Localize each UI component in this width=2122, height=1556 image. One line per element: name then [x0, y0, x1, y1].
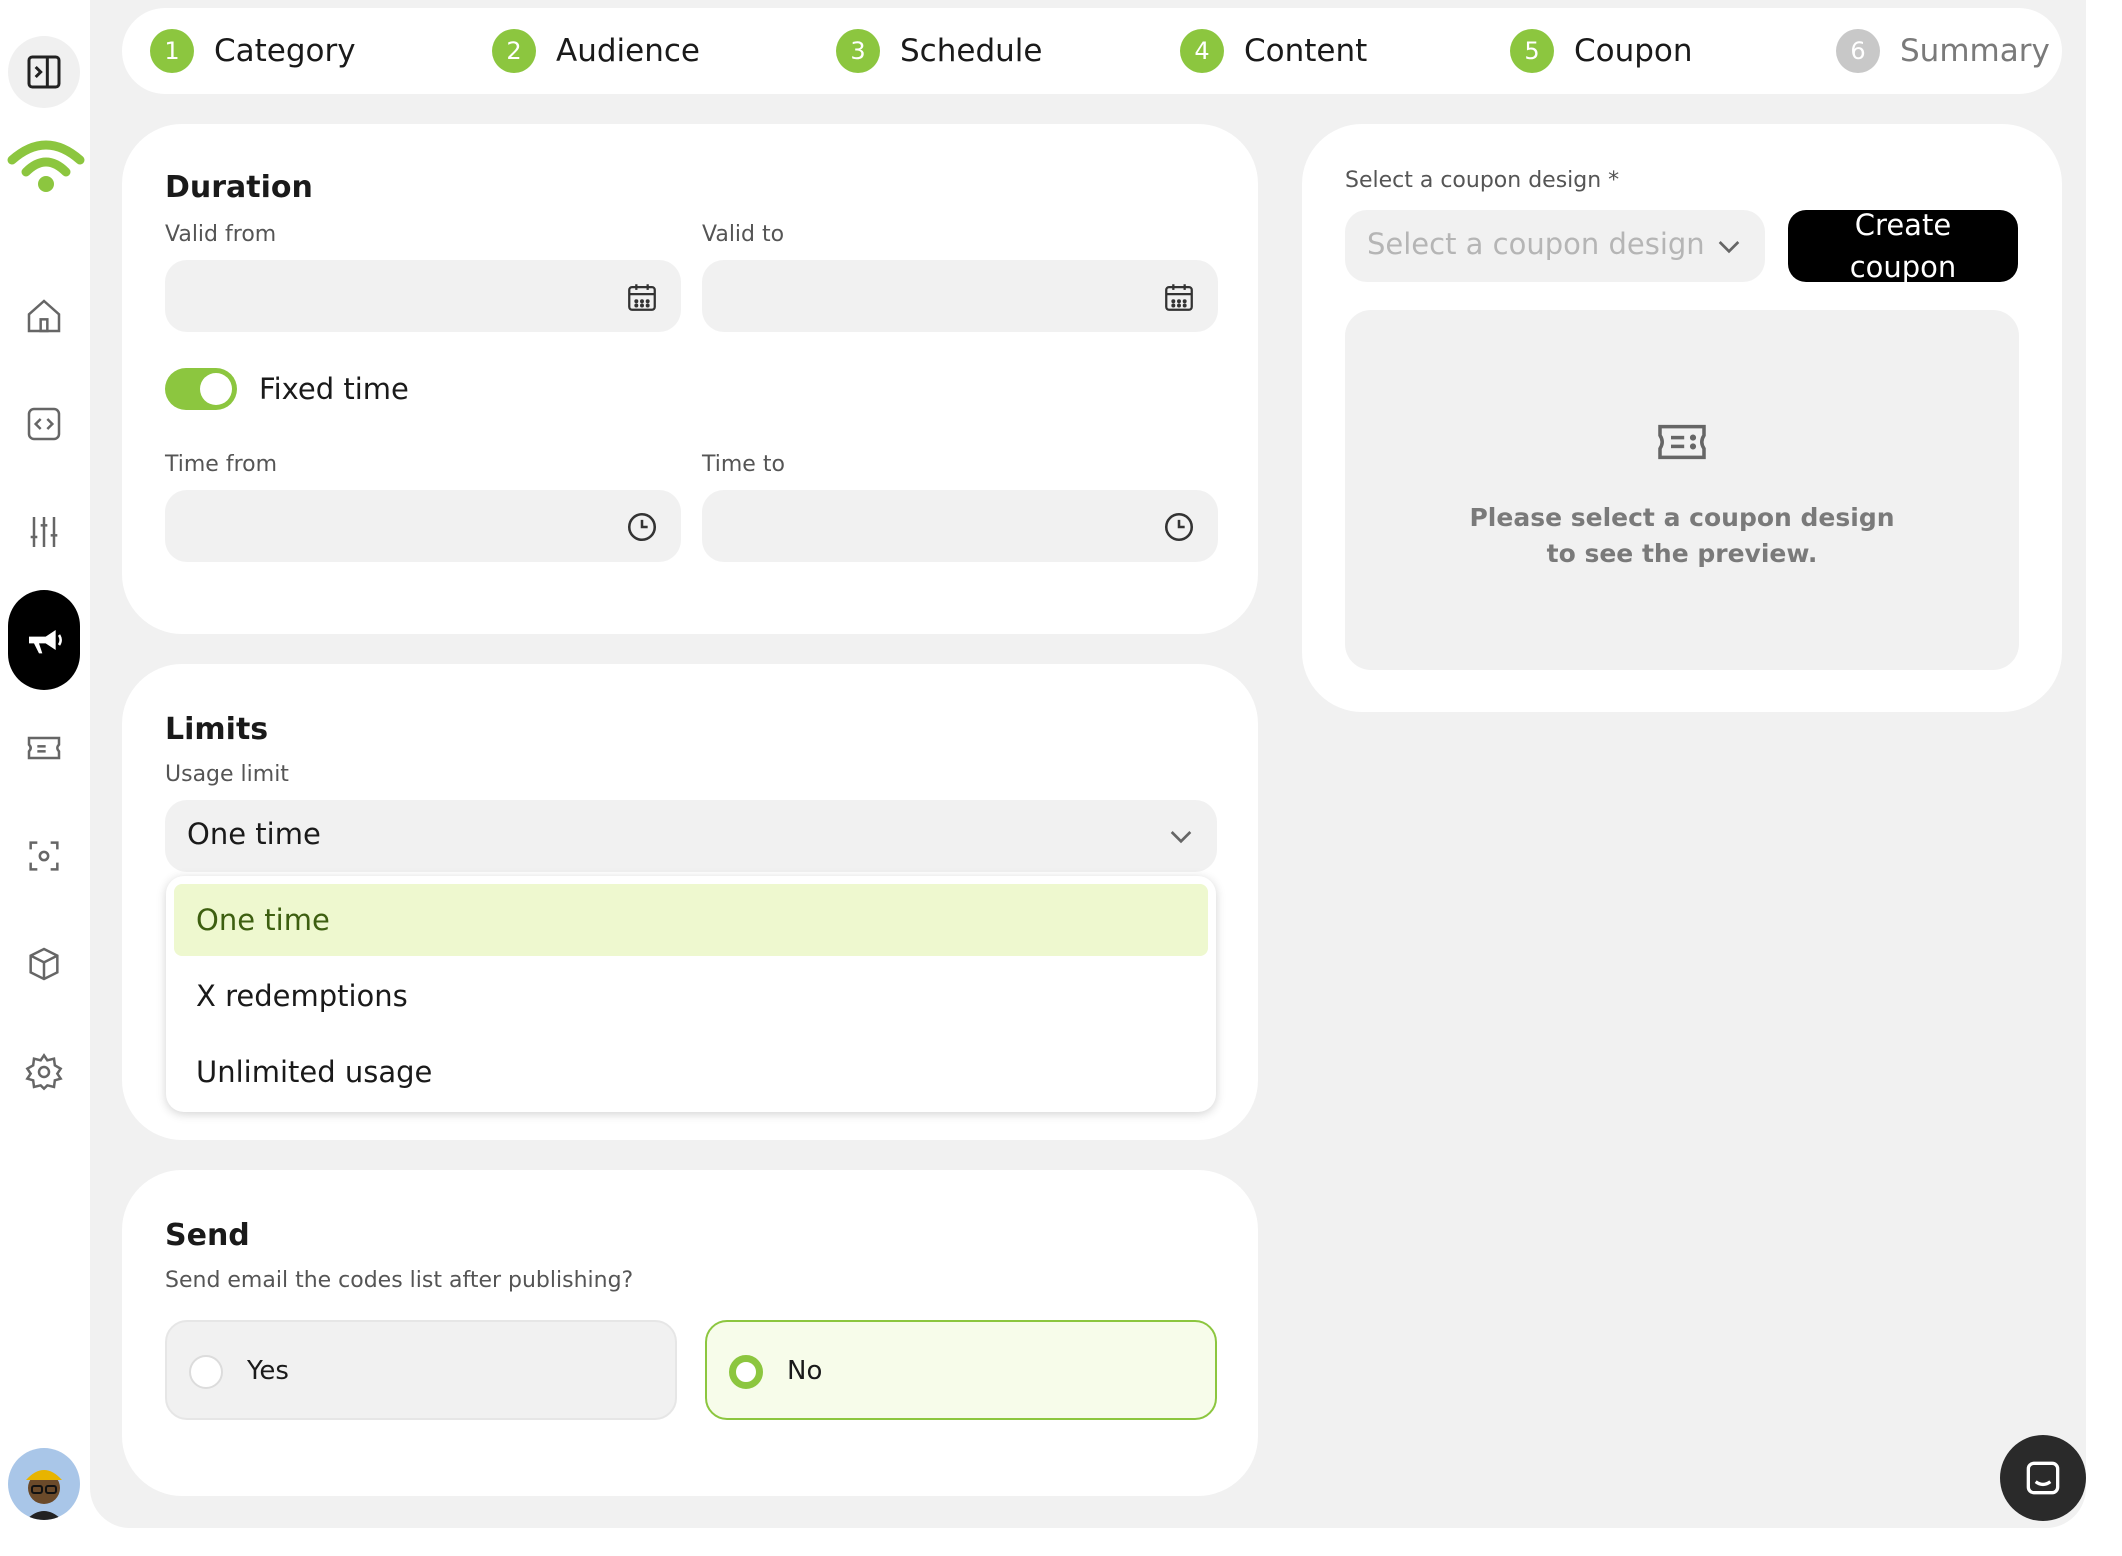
- wizard-stepper: 1 Category 2 Audience 3 Schedule 4 Conte…: [122, 8, 2062, 94]
- preview-line2: to see the preview.: [1546, 539, 1818, 568]
- sidebar-item-code[interactable]: [8, 388, 80, 460]
- coupon-preview-message: Please select a coupon design to see the…: [1345, 500, 2019, 572]
- sidebar-item-home[interactable]: [8, 280, 80, 352]
- step-number: 3: [836, 29, 880, 73]
- step-label: Category: [214, 33, 356, 69]
- box-icon: [29, 947, 59, 981]
- sidebar-item-scan[interactable]: [8, 820, 80, 892]
- dropdown-option-one-time[interactable]: One time: [174, 884, 1208, 956]
- fixed-time-label: Fixed time: [259, 372, 409, 406]
- clock-icon: [1164, 512, 1194, 542]
- coupon-design-label: Select a coupon design *: [1345, 168, 1620, 193]
- preview-line1: Please select a coupon design: [1469, 503, 1895, 532]
- wifi-logo-icon: [7, 140, 85, 192]
- chevron-down-icon: [1718, 241, 1740, 254]
- step-category[interactable]: 1 Category: [150, 8, 356, 94]
- send-yes-option[interactable]: Yes: [165, 1320, 677, 1420]
- sidebar-toggle-button[interactable]: [8, 36, 80, 108]
- send-card: Send Send email the codes list after pub…: [122, 1170, 1258, 1496]
- step-label: Content: [1244, 33, 1368, 69]
- sidebar-expand-icon: [27, 55, 61, 89]
- time-to-label: Time to: [702, 452, 785, 477]
- chat-support-button[interactable]: [2000, 1435, 2086, 1521]
- step-audience[interactable]: 2 Audience: [492, 8, 700, 94]
- step-label: Coupon: [1574, 33, 1693, 69]
- fixed-time-toggle[interactable]: [165, 368, 237, 410]
- step-coupon[interactable]: 5 Coupon: [1510, 8, 1693, 94]
- step-schedule[interactable]: 3 Schedule: [836, 8, 1042, 94]
- home-icon: [27, 299, 61, 333]
- step-content[interactable]: 4 Content: [1180, 8, 1367, 94]
- sidebar-item-products[interactable]: [8, 928, 80, 1000]
- megaphone-icon: [29, 630, 62, 654]
- radio-button[interactable]: [189, 1355, 223, 1389]
- chevron-down-icon: [1170, 831, 1192, 844]
- usage-limit-value: One time: [187, 817, 321, 851]
- dropdown-option-unlimited[interactable]: Unlimited usage: [174, 1036, 1208, 1108]
- toggle-knob: [200, 373, 232, 405]
- chat-icon: [2026, 1461, 2060, 1495]
- usage-limit-label: Usage limit: [165, 762, 289, 787]
- valid-from-label: Valid from: [165, 222, 277, 247]
- valid-to-label: Valid to: [702, 222, 785, 247]
- ticket-icon: [27, 736, 61, 760]
- step-label: Audience: [556, 33, 700, 69]
- create-coupon-button[interactable]: Create coupon: [1788, 208, 2018, 284]
- time-to-input[interactable]: [702, 490, 1218, 562]
- step-number: 6: [1836, 29, 1880, 73]
- duration-card: Duration Valid from Valid to Fixed time …: [122, 124, 1258, 634]
- coupon-preview-area: Please select a coupon design to see the…: [1345, 310, 2019, 670]
- code-icon: [27, 407, 61, 441]
- send-question: Send email the codes list after publishi…: [165, 1268, 634, 1293]
- sidebar-item-campaigns[interactable]: [8, 590, 80, 690]
- create-button-line1: Create: [1854, 208, 1952, 242]
- valid-from-input[interactable]: [165, 260, 681, 332]
- coupon-design-select[interactable]: Select a coupon design: [1345, 210, 1765, 282]
- clock-icon: [627, 512, 657, 542]
- valid-to-input[interactable]: [702, 260, 1218, 332]
- user-avatar[interactable]: [8, 1448, 80, 1520]
- time-from-input[interactable]: [165, 490, 681, 562]
- duration-title: Duration: [165, 170, 313, 205]
- limits-title: Limits: [165, 712, 269, 747]
- step-number: 5: [1510, 29, 1554, 73]
- create-button-line2: coupon: [1849, 250, 1957, 284]
- step-number: 2: [492, 29, 536, 73]
- sidebar: [0, 0, 90, 1556]
- avatar-icon: [26, 1470, 62, 1520]
- sliders-icon: [30, 517, 58, 547]
- send-title: Send: [165, 1218, 250, 1253]
- calendar-icon: [1165, 284, 1193, 311]
- step-label: Schedule: [900, 33, 1043, 69]
- calendar-icon: [628, 284, 656, 311]
- sidebar-item-settings[interactable]: [8, 1036, 80, 1108]
- coupon-design-card: Select a coupon design * Select a coupon…: [1302, 124, 2062, 712]
- radio-label: No: [787, 1356, 823, 1386]
- dropdown-option-x-redemptions[interactable]: X redemptions: [174, 960, 1208, 1032]
- sidebar-item-coupons[interactable]: [8, 712, 80, 784]
- sidebar-item-filters[interactable]: [8, 496, 80, 568]
- step-summary[interactable]: 6 Summary: [1836, 8, 2050, 94]
- step-number: 4: [1180, 29, 1224, 73]
- radio-button[interactable]: [729, 1355, 763, 1389]
- step-label: Summary: [1900, 33, 2050, 69]
- gear-icon: [25, 1053, 63, 1091]
- time-from-label: Time from: [165, 452, 278, 477]
- send-no-option[interactable]: No: [705, 1320, 1217, 1420]
- coupon-design-placeholder: Select a coupon design: [1367, 227, 1705, 261]
- radio-label: Yes: [247, 1356, 289, 1386]
- step-number: 1: [150, 29, 194, 73]
- ticket-icon: [1658, 424, 1706, 460]
- usage-limit-select[interactable]: One time: [165, 800, 1217, 872]
- usage-limit-dropdown: One time X redemptions Unlimited usage: [166, 876, 1216, 1112]
- scan-icon: [29, 841, 59, 871]
